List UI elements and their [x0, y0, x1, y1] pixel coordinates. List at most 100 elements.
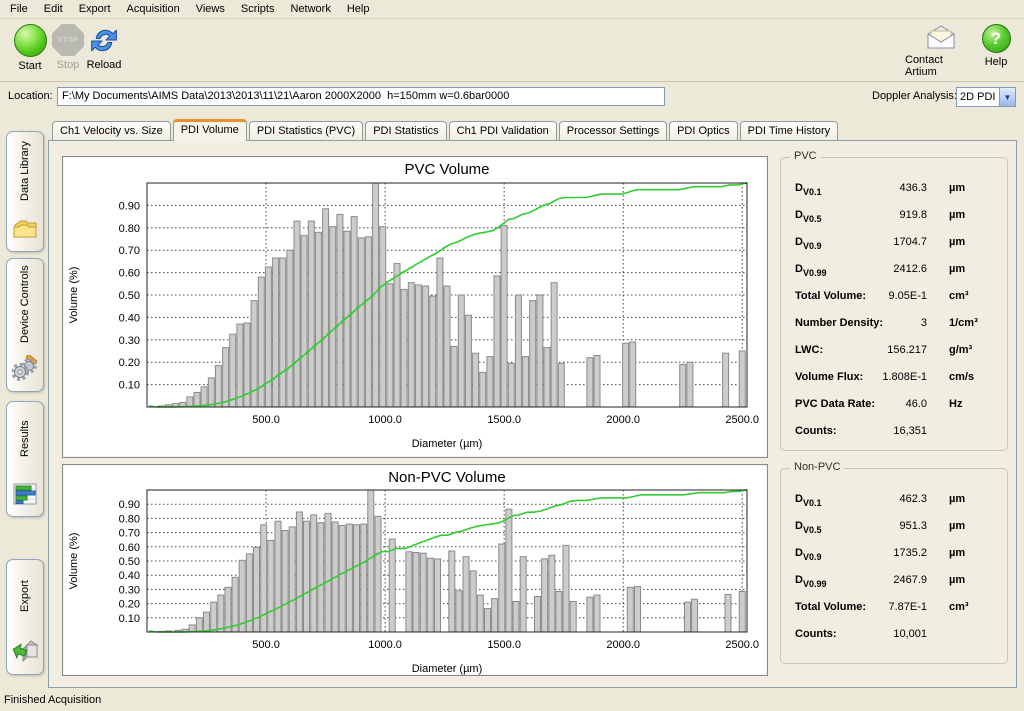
- location-field[interactable]: F:\My Documents\AIMS Data\2013\2013\11\2…: [57, 87, 665, 106]
- histogram-bar: [687, 362, 693, 407]
- group-title: PVC: [790, 150, 821, 162]
- sidebar-item-label: Export: [19, 560, 31, 639]
- histogram-bar: [304, 521, 310, 632]
- histogram-bar: [275, 521, 281, 632]
- stat-value: 9.05E-1: [837, 290, 927, 302]
- stat-label: D: [795, 493, 803, 505]
- reload-icon: [87, 24, 121, 60]
- tab-ch1-pdi-validation[interactable]: Ch1 PDI Validation: [449, 121, 557, 141]
- tab-pdi-time-history[interactable]: PDI Time History: [740, 121, 839, 141]
- stat-unit: cm³: [949, 290, 969, 302]
- stat-unit: µm: [949, 574, 965, 586]
- sidebar-item-data-library[interactable]: Data Library: [6, 131, 44, 252]
- stat-row: DV0.1436.3µm: [795, 174, 997, 201]
- stat-unit: µm: [949, 209, 965, 221]
- histogram-bar: [273, 258, 279, 407]
- histogram-bar: [725, 594, 731, 632]
- stat-value: 10,001: [837, 628, 927, 640]
- stat-unit: µm: [949, 182, 965, 194]
- histogram-bar: [237, 324, 243, 407]
- y-tick-label: 0.30: [119, 335, 140, 347]
- histogram-bar: [485, 609, 491, 632]
- stat-value: 2467.9: [837, 574, 927, 586]
- chevron-down-icon[interactable]: ▼: [999, 88, 1015, 106]
- tab-pdi-volume[interactable]: PDI Volume: [173, 119, 247, 141]
- histogram-bar: [551, 283, 557, 407]
- menu-item-network[interactable]: Network: [282, 1, 338, 17]
- histogram-bar: [492, 599, 498, 632]
- x-tick-label: 2500.0: [725, 639, 759, 651]
- histogram-bar: [463, 557, 469, 632]
- start-icon: [14, 24, 47, 57]
- x-tick-label: 1000.0: [368, 639, 402, 651]
- chart-title: PVC Volume: [404, 161, 489, 178]
- doppler-analysis-select[interactable]: 2D PDI ▼: [956, 87, 1016, 107]
- stat-unit: cm³: [949, 601, 969, 613]
- histogram-bar: [318, 523, 324, 632]
- pvc-volume-chart: PVC Volume0.100.200.300.400.500.600.700.…: [62, 156, 768, 458]
- y-tick-label: 0.30: [119, 584, 140, 596]
- y-axis-label: Volume (%): [68, 533, 80, 590]
- menu-item-edit[interactable]: Edit: [36, 1, 71, 17]
- tab-processor-settings[interactable]: Processor Settings: [559, 121, 667, 141]
- histogram-bar: [408, 283, 414, 407]
- histogram-bar: [494, 276, 500, 407]
- menu-item-export[interactable]: Export: [71, 1, 119, 17]
- histogram-bar: [435, 559, 441, 632]
- stat-value: 919.8: [837, 209, 927, 221]
- stat-row: Total Volume:7.87E-1cm³: [795, 593, 997, 620]
- x-axis-label: Diameter (µm): [412, 438, 483, 450]
- sidebar-item-device-controls[interactable]: Device Controls: [6, 258, 44, 392]
- y-tick-label: 0.70: [119, 245, 140, 257]
- sidebar-item-results[interactable]: Results: [6, 401, 44, 517]
- stat-value: 2412.6: [837, 263, 927, 275]
- histogram-bar: [387, 284, 393, 407]
- histogram-bar: [325, 513, 331, 632]
- menu-item-acquisition[interactable]: Acquisition: [119, 1, 188, 17]
- histogram-bar: [470, 571, 476, 632]
- stat-value: 46.0: [837, 398, 927, 410]
- stat-value: 3: [837, 317, 927, 329]
- tab-pdi-statistics[interactable]: PDI Statistics: [365, 121, 446, 141]
- stat-row: Counts:16,351: [795, 417, 997, 444]
- contact-artium-button[interactable]: Contact Artium: [905, 24, 977, 78]
- histogram-bar: [508, 363, 514, 407]
- histogram-bar: [627, 587, 633, 632]
- reload-button[interactable]: Reload: [82, 24, 126, 71]
- y-tick-label: 0.90: [119, 200, 140, 212]
- x-tick-label: 2000.0: [606, 414, 640, 426]
- histogram-bar: [544, 348, 550, 407]
- sidebar-item-export[interactable]: Export: [6, 559, 44, 675]
- tab-pdi-statistics-pvc-[interactable]: PDI Statistics (PVC): [249, 121, 363, 141]
- stat-value: 16,351: [837, 425, 927, 437]
- tab-ch1-velocity-vs-size[interactable]: Ch1 Velocity vs. Size: [52, 121, 171, 141]
- histogram-bar: [239, 560, 245, 632]
- x-tick-label: 500.0: [252, 414, 280, 426]
- y-tick-label: 0.50: [119, 556, 140, 568]
- histogram-bar: [196, 618, 202, 632]
- help-button[interactable]: ? Help: [976, 24, 1016, 68]
- stat-row: PVC Data Rate:46.0Hz: [795, 390, 997, 417]
- menu-item-views[interactable]: Views: [188, 1, 233, 17]
- stat-value: 951.3: [837, 520, 927, 532]
- stat-row: DV0.91735.2µm: [795, 539, 997, 566]
- stat-unit: cm/s: [949, 371, 974, 383]
- doppler-analysis-value: 2D PDI: [957, 88, 999, 106]
- menu-item-help[interactable]: Help: [339, 1, 378, 17]
- histogram-bar: [225, 587, 231, 632]
- stat-unit: g/m³: [949, 344, 972, 356]
- pvc-stats-group: PVC DV0.1436.3µmDV0.5919.8µmDV0.91704.7µ…: [780, 157, 1008, 451]
- y-tick-label: 0.60: [119, 268, 140, 280]
- histogram-bar: [465, 315, 471, 407]
- histogram-bar: [594, 595, 600, 632]
- histogram-bar: [739, 592, 745, 633]
- stat-unit: µm: [949, 520, 965, 532]
- non-pvc-volume-chart: Non-PVC Volume0.100.200.300.400.500.600.…: [62, 464, 768, 676]
- histogram-bar: [301, 236, 307, 407]
- histogram-bar: [394, 264, 400, 407]
- menu-item-file[interactable]: File: [2, 1, 36, 17]
- histogram-bar: [287, 250, 293, 407]
- menu-item-scripts[interactable]: Scripts: [233, 1, 283, 17]
- tab-pdi-optics[interactable]: PDI Optics: [669, 121, 738, 141]
- stat-label-subscript: V0.9: [803, 241, 822, 251]
